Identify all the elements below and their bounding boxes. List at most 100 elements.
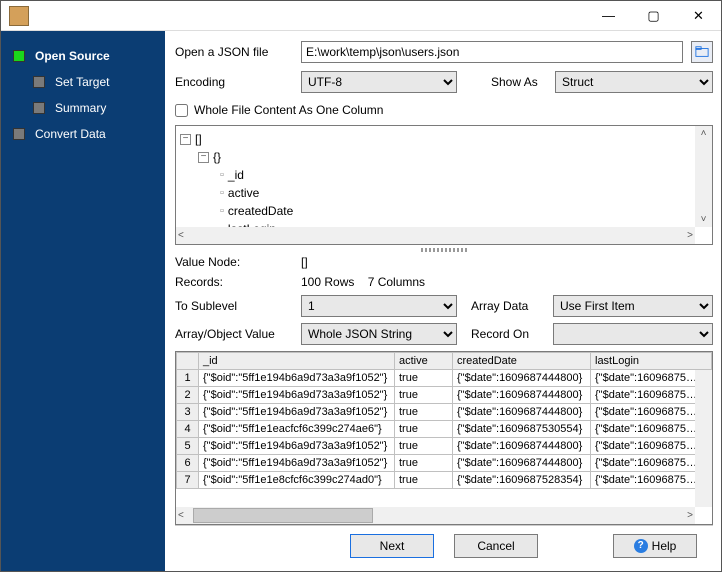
tree-node-root[interactable]: [] [195, 130, 202, 148]
showas-select[interactable]: Struct [555, 71, 713, 93]
cell-id: {"$oid":"5ff1e1eacfcf6c399c274ae6"} [199, 421, 395, 438]
showas-label: Show As [481, 75, 551, 89]
app-icon [9, 6, 29, 26]
help-label: Help [652, 539, 677, 553]
collapse-icon[interactable]: − [180, 134, 191, 145]
browse-button[interactable] [691, 41, 713, 63]
cell-createddate: {"$date":1609687444800} [453, 438, 591, 455]
cell-active: true [395, 404, 453, 421]
col-active[interactable]: active [395, 353, 453, 370]
tree-leaf[interactable]: createdDate [228, 202, 293, 220]
cell-active: true [395, 387, 453, 404]
folder-open-icon [695, 45, 709, 59]
grid-corner [177, 353, 199, 370]
scroll-right-icon[interactable]: ˃ [687, 510, 693, 521]
titlebar: — ▢ ✕ [1, 1, 721, 31]
table-row[interactable]: 1{"$oid":"5ff1e194b6a9d73a3a9f1052"}true… [177, 370, 712, 387]
encoding-label: Encoding [175, 75, 297, 89]
encoding-select[interactable]: UTF-8 [301, 71, 457, 93]
row-number: 5 [177, 438, 199, 455]
to-sublevel-select[interactable]: 1 [301, 295, 457, 317]
cell-active: true [395, 370, 453, 387]
step-convert-data[interactable]: Convert Data [1, 121, 165, 147]
main-panel: Open a JSON file Encoding UTF-8 Show As … [165, 31, 721, 571]
help-icon: ? [634, 539, 648, 553]
step-open-source[interactable]: Open Source [1, 43, 165, 69]
step-summary[interactable]: Summary [1, 95, 165, 121]
scroll-left-icon[interactable]: ˂ [178, 510, 184, 521]
col-createddate[interactable]: createdDate [453, 353, 591, 370]
array-object-value-select[interactable]: Whole JSON String [301, 323, 457, 345]
cell-id: {"$oid":"5ff1e194b6a9d73a3a9f1052"} [199, 438, 395, 455]
close-button[interactable]: ✕ [676, 1, 721, 30]
scroll-up-icon[interactable]: ˄ [701, 128, 707, 139]
maximize-button[interactable]: ▢ [631, 1, 676, 30]
cell-createddate: {"$date":1609687528354} [453, 472, 591, 489]
step-indicator-icon [13, 128, 25, 140]
step-indicator-icon [33, 102, 45, 114]
splitter[interactable] [175, 245, 713, 255]
grid-header-row: _id active createdDate lastLogin [177, 353, 712, 370]
cell-active: true [395, 421, 453, 438]
cell-lastlogin: {"$date":16096875… [591, 455, 712, 472]
leaf-icon: ▫ [220, 202, 224, 220]
tree-vscrollbar[interactable]: ˄˅ [695, 126, 712, 227]
step-indicator-icon [33, 76, 45, 88]
step-label: Open Source [35, 49, 110, 63]
tree-leaf[interactable]: _id [228, 166, 244, 184]
array-data-label: Array Data [461, 299, 549, 313]
step-indicator-icon [13, 50, 25, 62]
preview-grid[interactable]: _id active createdDate lastLogin 1{"$oid… [175, 351, 713, 525]
grid-vscrollbar[interactable] [695, 370, 712, 507]
records-label: Records: [175, 275, 297, 289]
table-row[interactable]: 2{"$oid":"5ff1e194b6a9d73a3a9f1052"}true… [177, 387, 712, 404]
cell-id: {"$oid":"5ff1e194b6a9d73a3a9f1052"} [199, 404, 395, 421]
table-row[interactable]: 3{"$oid":"5ff1e194b6a9d73a3a9f1052"}true… [177, 404, 712, 421]
cell-active: true [395, 438, 453, 455]
tree-node-object[interactable]: {} [213, 148, 221, 166]
cancel-button[interactable]: Cancel [454, 534, 538, 558]
col-lastlogin[interactable]: lastLogin [591, 353, 712, 370]
cell-active: true [395, 455, 453, 472]
record-on-select[interactable] [553, 323, 713, 345]
scroll-right-icon[interactable]: ˃ [687, 230, 693, 241]
cell-createddate: {"$date":1609687530554} [453, 421, 591, 438]
next-button[interactable]: Next [350, 534, 434, 558]
row-number: 2 [177, 387, 199, 404]
array-data-select[interactable]: Use First Item [553, 295, 713, 317]
table-row[interactable]: 5{"$oid":"5ff1e194b6a9d73a3a9f1052"}true… [177, 438, 712, 455]
open-file-label: Open a JSON file [175, 45, 297, 59]
step-label: Summary [55, 101, 106, 115]
help-button[interactable]: ? Help [613, 534, 697, 558]
file-path-input[interactable] [301, 41, 683, 63]
col-id[interactable]: _id [199, 353, 395, 370]
grid-hscrollbar[interactable]: ˂ ˃ [176, 507, 695, 524]
value-node-value: [] [301, 255, 477, 269]
collapse-icon[interactable]: − [198, 152, 209, 163]
tree-hscrollbar[interactable]: ˂˃ [176, 227, 695, 244]
cell-lastlogin: {"$date":16096875… [591, 404, 712, 421]
json-tree[interactable]: −[] −{} ▫_id ▫active ▫createdDate ▫lastL… [175, 125, 713, 245]
scroll-thumb[interactable] [193, 508, 373, 523]
cell-id: {"$oid":"5ff1e1e8cfcf6c399c274ad0"} [199, 472, 395, 489]
table-row[interactable]: 6{"$oid":"5ff1e194b6a9d73a3a9f1052"}true… [177, 455, 712, 472]
cell-active: true [395, 472, 453, 489]
whole-file-checkbox[interactable] [175, 104, 188, 117]
cell-createddate: {"$date":1609687444800} [453, 455, 591, 472]
table-row[interactable]: 4{"$oid":"5ff1e1eacfcf6c399c274ae6"}true… [177, 421, 712, 438]
cell-createddate: {"$date":1609687444800} [453, 404, 591, 421]
wizard-sidebar: Open Source Set Target Summary Convert D… [1, 31, 165, 571]
row-number: 4 [177, 421, 199, 438]
cell-lastlogin: {"$date":16096875… [591, 421, 712, 438]
row-number: 3 [177, 404, 199, 421]
tree-leaf[interactable]: active [228, 184, 259, 202]
records-value: 100 Rows 7 Columns [301, 275, 477, 289]
step-set-target[interactable]: Set Target [1, 69, 165, 95]
scroll-left-icon[interactable]: ˂ [178, 230, 184, 241]
table-row[interactable]: 7{"$oid":"5ff1e1e8cfcf6c399c274ad0"}true… [177, 472, 712, 489]
minimize-button[interactable]: — [586, 1, 631, 30]
scroll-down-icon[interactable]: ˅ [701, 214, 707, 225]
cell-lastlogin: {"$date":16096875… [591, 472, 712, 489]
wizard-footer: Next Cancel ? Help [175, 525, 713, 565]
step-label: Convert Data [35, 127, 106, 141]
